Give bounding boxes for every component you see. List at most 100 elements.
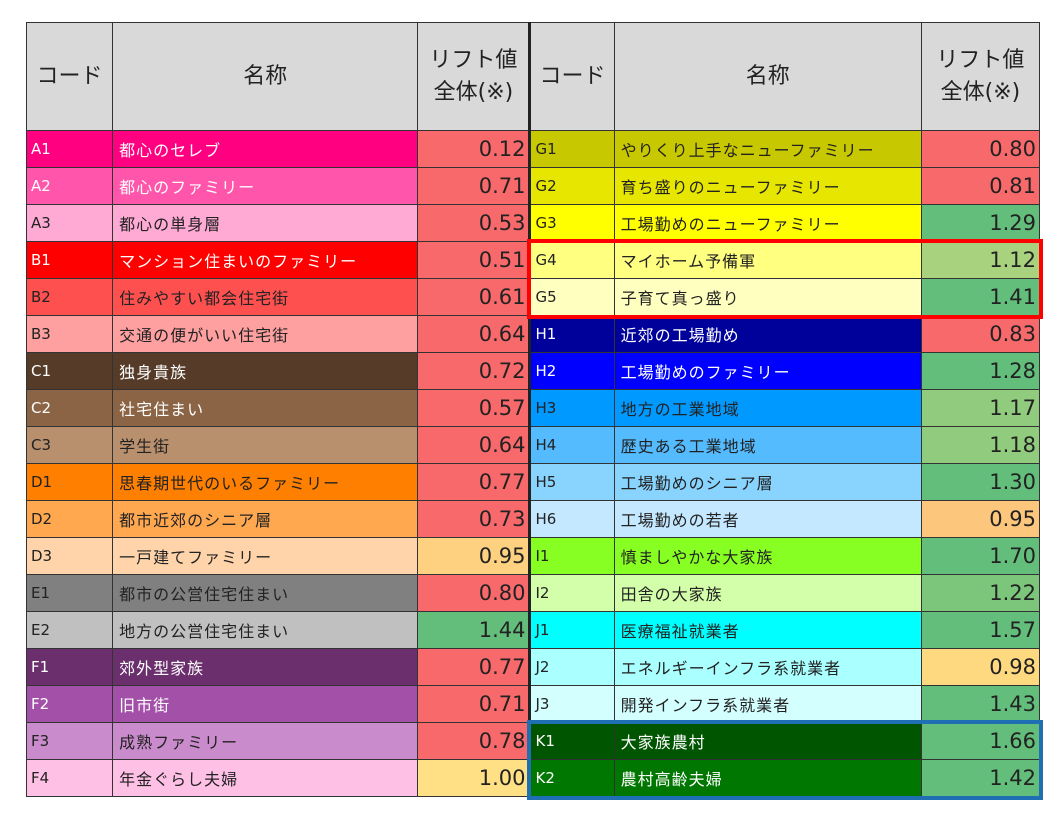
lift-value-right: 1.17 — [920, 389, 1041, 427]
segment-name-right: 歴史ある工業地域 — [613, 426, 922, 464]
segment-name-left: 交通の便がいい住宅街 — [112, 315, 419, 353]
lift-value-right: 1.30 — [920, 463, 1041, 501]
header-lift-left-line2: 全体(※) — [433, 79, 514, 105]
table-row: E2 地方の公営住宅住まい 1.44 J1 医療福祉就業者 1.57 — [25, 611, 1041, 649]
segment-name-right: 工場勤めのファミリー — [613, 352, 922, 390]
table-row: D3 一戸建てファミリー 0.95 I1 慎ましやかな大家族 1.70 — [25, 537, 1041, 575]
segment-name-right: 農村高齢夫婦 — [613, 759, 922, 797]
lift-value-left: 0.80 — [417, 574, 532, 612]
segment-name-right: 工場勤めのニューファミリー — [613, 204, 922, 242]
segment-code-left: F1 — [25, 648, 114, 686]
segment-name-right: 慎ましやかな大家族 — [613, 537, 922, 575]
segment-name-left: 都心のファミリー — [112, 167, 419, 205]
table-row: C1 独身貴族 0.72 H2 工場勤めのファミリー 1.28 — [25, 352, 1041, 390]
lift-value-right: 1.43 — [920, 685, 1041, 723]
segment-code-right: J1 — [529, 611, 615, 649]
segment-name-right: 医療福祉就業者 — [613, 611, 922, 649]
segment-code-right: H2 — [529, 352, 615, 390]
segment-name-left: 都市の公営住宅住まい — [112, 574, 419, 612]
segment-name-right: 工場勤めのシニア層 — [613, 463, 922, 501]
segment-code-right: K1 — [529, 722, 615, 760]
segment-name-left: マンション住まいのファミリー — [112, 241, 419, 279]
segment-code-right: G2 — [529, 167, 615, 205]
segment-code-left: F4 — [25, 759, 114, 797]
segment-code-right: G4 — [529, 241, 615, 279]
lift-value-right: 0.83 — [920, 315, 1041, 353]
segment-code-left: C3 — [25, 426, 114, 464]
segment-name-right: 育ち盛りのニューファミリー — [613, 167, 922, 205]
segment-code-left: D2 — [25, 500, 114, 538]
segment-code-left: E2 — [25, 611, 114, 649]
lift-value-right: 0.95 — [920, 500, 1041, 538]
segment-code-right: K2 — [529, 759, 615, 797]
table-row: A3 都心の単身層 0.53 G3 工場勤めのニューファミリー 1.29 — [25, 204, 1041, 242]
table-row: B3 交通の便がいい住宅街 0.64 H1 近郊の工場勤め 0.83 — [25, 315, 1041, 353]
segment-code-left: B3 — [25, 315, 114, 353]
table-row: C3 学生街 0.64 H4 歴史ある工業地域 1.18 — [25, 426, 1041, 464]
header-name-left: 名称 — [112, 22, 419, 131]
segment-name-right: 開発インフラ系就業者 — [613, 685, 922, 723]
table-row: D1 思春期世代のいるファミリー 0.77 H5 工場勤めのシニア層 1.30 — [25, 463, 1041, 501]
segment-code-right: G3 — [529, 204, 615, 242]
header-lift-right: リフト値 全体(※) — [920, 22, 1041, 131]
lift-value-table: コード 名称 リフト値 全体(※) コード 名称 リフト値 全体(※) A1 都心… — [25, 22, 1041, 797]
segment-name-right: 近郊の工場勤め — [613, 315, 922, 353]
segment-code-left: C2 — [25, 389, 114, 427]
lift-value-right: 1.70 — [920, 537, 1041, 575]
lift-value-left: 0.77 — [417, 463, 532, 501]
segment-code-left: A2 — [25, 167, 114, 205]
header-lift-left-line1: リフト値 — [429, 47, 518, 73]
segment-name-left: 地方の公営住宅住まい — [112, 611, 419, 649]
segment-name-left: 独身貴族 — [112, 352, 419, 390]
lift-value-left: 0.77 — [417, 648, 532, 686]
header-name-right: 名称 — [613, 22, 922, 131]
lift-value-left: 0.71 — [417, 685, 532, 723]
header-lift-right-line2: 全体(※) — [940, 79, 1021, 105]
segment-code-right: H5 — [529, 463, 615, 501]
table-row: F3 成熟ファミリー 0.78 K1 大家族農村 1.66 — [25, 722, 1041, 760]
segment-code-right: H6 — [529, 500, 615, 538]
table-row: B2 住みやすい都会住宅街 0.61 G5 子育て真っ盛り 1.41 — [25, 278, 1041, 316]
segment-name-left: 社宅住まい — [112, 389, 419, 427]
segment-name-right: 地方の工業地域 — [613, 389, 922, 427]
header-lift-right-line1: リフト値 — [936, 47, 1025, 73]
segment-code-right: H4 — [529, 426, 615, 464]
lift-value-left: 1.44 — [417, 611, 532, 649]
lift-value-left: 0.72 — [417, 352, 532, 390]
table-row: D2 都市近郊のシニア層 0.73 H6 工場勤めの若者 0.95 — [25, 500, 1041, 538]
segment-name-left: 年金ぐらし夫婦 — [112, 759, 419, 797]
lift-value-right: 1.28 — [920, 352, 1041, 390]
lift-value-left: 0.57 — [417, 389, 532, 427]
segment-name-right: 工場勤めの若者 — [613, 500, 922, 538]
table-row: E1 都市の公営住宅住まい 0.80 I2 田舎の大家族 1.22 — [25, 574, 1041, 612]
segment-code-left: B1 — [25, 241, 114, 279]
lift-value-right: 1.66 — [920, 722, 1041, 760]
segment-name-right: エネルギーインフラ系就業者 — [613, 648, 922, 686]
table-row: F2 旧市街 0.71 J3 開発インフラ系就業者 1.43 — [25, 685, 1041, 723]
lift-value-right: 1.29 — [920, 204, 1041, 242]
segment-name-right: 子育て真っ盛り — [613, 278, 922, 316]
lift-value-left: 0.61 — [417, 278, 532, 316]
lift-value-left: 0.12 — [417, 130, 532, 168]
segment-name-right: 田舎の大家族 — [613, 574, 922, 612]
segment-code-left: A3 — [25, 204, 114, 242]
segment-name-left: 都市近郊のシニア層 — [112, 500, 419, 538]
lift-value-right: 1.22 — [920, 574, 1041, 612]
segment-code-right: J2 — [529, 648, 615, 686]
segment-code-left: A1 — [25, 130, 114, 168]
segment-name-left: 郊外型家族 — [112, 648, 419, 686]
segment-name-left: 都心のセレブ — [112, 130, 419, 168]
lift-value-left: 0.64 — [417, 426, 532, 464]
lift-value-right: 1.12 — [920, 241, 1041, 279]
lift-value-left: 0.64 — [417, 315, 532, 353]
segment-name-left: 成熟ファミリー — [112, 722, 419, 760]
lift-value-right: 0.81 — [920, 167, 1041, 205]
segment-name-right: やりくり上手なニューファミリー — [613, 130, 922, 168]
segment-code-left: B2 — [25, 278, 114, 316]
table-row: A2 都心のファミリー 0.71 G2 育ち盛りのニューファミリー 0.81 — [25, 167, 1041, 205]
segment-code-right: G5 — [529, 278, 615, 316]
table-row: F4 年金ぐらし夫婦 1.00 K2 農村高齢夫婦 1.42 — [25, 759, 1041, 797]
lift-value-left: 0.53 — [417, 204, 532, 242]
header-code-right: コード — [529, 22, 615, 131]
segment-name-left: 学生街 — [112, 426, 419, 464]
